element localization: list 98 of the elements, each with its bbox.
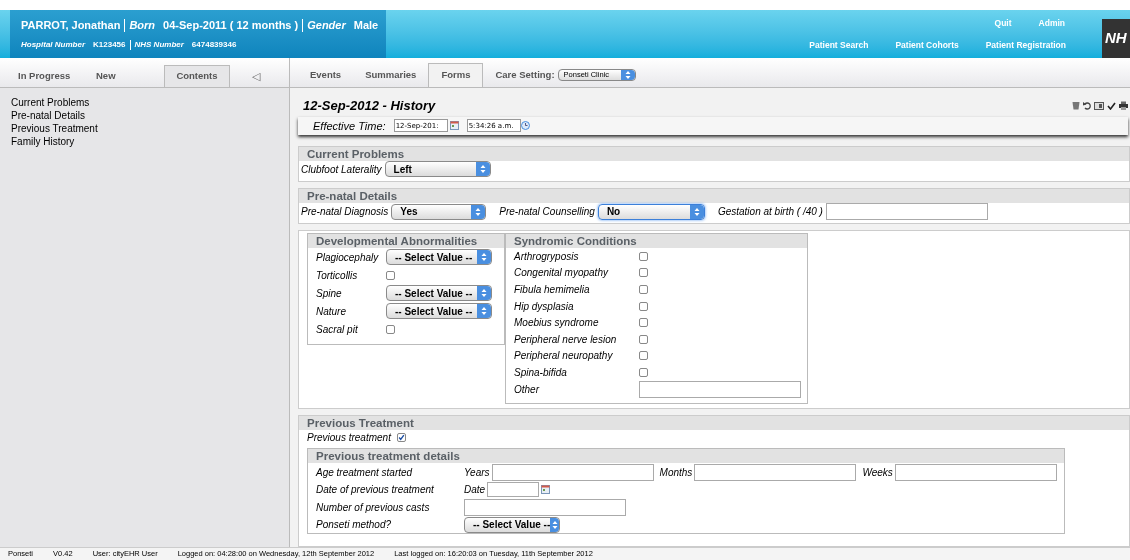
main-tab[interactable]: Forms [428, 63, 484, 87]
input-field[interactable] [825, 203, 988, 220]
contents-link[interactable]: Current Problems [11, 96, 289, 109]
checkbox[interactable] [639, 334, 648, 344]
field-label: Years [464, 465, 490, 480]
select-dropdown[interactable]: No [597, 203, 705, 220]
field-label: Gestation at birth ( /40 ) [717, 205, 823, 219]
effective-time-label: Effective Time: [313, 118, 386, 134]
calendar-icon[interactable] [449, 121, 459, 131]
field-label: Peripheral nerve lesion [514, 332, 618, 347]
section-title: Previous Treatment [299, 416, 1129, 431]
select-dropdown[interactable]: -- Select Value -- [386, 303, 492, 319]
field-label: Date [464, 483, 486, 498]
checkbox[interactable] [386, 324, 395, 334]
select-dropdown[interactable]: -- Select Value -- [386, 285, 492, 301]
dropdown-arrows-icon [471, 204, 486, 219]
dropdown-arrows-icon [620, 69, 635, 80]
checkbox[interactable] [639, 268, 648, 278]
field-label: Plagiocephaly [316, 250, 380, 265]
window-icon[interactable] [1094, 101, 1104, 110]
undo-icon[interactable] [1083, 101, 1091, 111]
dropdown-arrows-icon [477, 304, 491, 318]
field-label: Sacral pit [316, 322, 359, 337]
field-label: Date of previous treatment [316, 483, 435, 498]
checkbox[interactable] [639, 351, 648, 361]
contents-link[interactable]: Previous Treatment [11, 122, 289, 135]
section-title: Developmental Abnormalities [308, 234, 504, 248]
dropdown-arrows-icon [689, 204, 704, 219]
date-field[interactable] [487, 482, 540, 498]
hospital-number: K123456 [93, 39, 126, 52]
checkbox[interactable] [639, 251, 648, 261]
checkbox[interactable] [396, 433, 406, 443]
field-label: Spine [316, 286, 343, 301]
field-label: Age treatment started [316, 465, 414, 480]
input-field[interactable] [894, 463, 1057, 481]
input-field[interactable] [639, 380, 801, 398]
field-label: Other [514, 382, 541, 397]
input-field[interactable] [694, 463, 857, 481]
select-dropdown[interactable]: -- Select Value -- [464, 516, 560, 533]
collapse-button[interactable]: ◁ [252, 65, 260, 87]
nhs-number-label: NHS Number [134, 39, 184, 52]
checkbox[interactable] [639, 301, 648, 311]
hospital-number-label: Hospital Number [21, 39, 85, 52]
section-title: Current Problems [299, 147, 1129, 161]
field-label: Congenital myopathy [514, 266, 610, 281]
nhs-number: 6474839346 [191, 39, 237, 52]
check-icon[interactable] [1107, 101, 1116, 110]
checkbox[interactable] [639, 285, 648, 294]
field-label: Months [659, 465, 693, 480]
select-dropdown[interactable]: Left [384, 161, 491, 177]
born-label: Born [129, 17, 156, 33]
checkbox[interactable] [639, 318, 648, 328]
delete-icon[interactable] [1072, 101, 1080, 111]
field-label: Torticollis [316, 268, 359, 283]
field-label: Hip dysplasia [514, 299, 575, 314]
patient-name: PARROT, Jonathan [21, 17, 121, 33]
form-title: 12-Sep-2012 - History [303, 97, 436, 115]
field-label: Ponseti method? [316, 518, 393, 533]
print-icon[interactable] [1119, 101, 1128, 111]
field-label: Pre-natal Diagnosis [301, 205, 389, 219]
checkbox[interactable] [639, 367, 648, 377]
field-label: Moebius syndrome [514, 316, 600, 331]
contents-link[interactable]: Pre-natal Details [11, 109, 289, 122]
panel-tab[interactable]: New [86, 65, 164, 87]
dropdown-arrows-icon [477, 286, 491, 300]
field-label: Peripheral neuropathy [514, 349, 614, 364]
main-tab[interactable]: Summaries [353, 63, 429, 87]
contents-link[interactable]: Family History [11, 135, 289, 148]
field-label: Fibula hemimelia [514, 283, 591, 297]
field-label: Spina-bifida [514, 365, 568, 380]
gender-value: Male [353, 17, 379, 33]
input-field[interactable] [464, 498, 626, 516]
field-label: Weeks [862, 465, 893, 480]
born-value: 04-Sep-2011 ( 12 months ) [163, 17, 299, 33]
logo: NH [1102, 19, 1130, 58]
field-label: Nature [316, 304, 347, 319]
field-label: Pre-natal Counselling [499, 205, 595, 219]
gender-label: Gender [307, 17, 346, 33]
field-label: Previous treatment [307, 431, 391, 446]
field-label: Clubfoot Laterality [301, 162, 382, 177]
calendar-icon[interactable] [541, 485, 551, 495]
panel-tab[interactable]: In Progress [8, 65, 86, 87]
select-dropdown[interactable]: -- Select Value -- [386, 249, 492, 265]
clock-icon[interactable] [520, 121, 530, 131]
section-title: Syndromic Conditions [506, 234, 807, 248]
input-field[interactable] [491, 463, 654, 481]
care-setting-label: Care Setting: [495, 67, 555, 82]
main-tab[interactable]: Events [298, 63, 354, 87]
checkbox[interactable] [386, 270, 395, 280]
field-label: Number of previous casts [316, 500, 431, 515]
dropdown-arrows-icon [477, 250, 491, 264]
field-label: Arthrogryposis [514, 249, 580, 264]
dropdown-arrows-icon [475, 162, 490, 176]
dropdown-arrows-icon [550, 517, 559, 532]
section-title: Previous treatment details [308, 449, 1064, 464]
select-dropdown[interactable]: Yes [391, 203, 487, 220]
panel-tab[interactable]: Contents [164, 65, 230, 87]
section-title: Pre-natal Details [299, 189, 1129, 203]
